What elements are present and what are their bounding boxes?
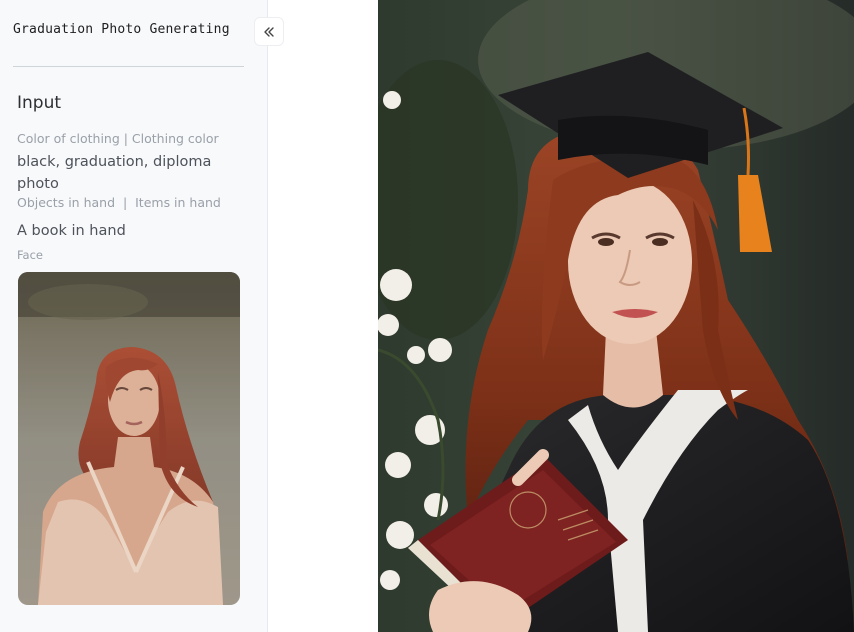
sidebar: Graduation Photo Generating Input Color … [0,0,268,632]
collapse-sidebar-button[interactable] [254,17,284,46]
clothing-color-label: Color of clothing | Clothing color [17,131,219,146]
app-title: Graduation Photo Generating [13,22,230,37]
objects-in-hand-value: A book in hand [17,223,126,239]
objects-in-hand-label: Objects in hand | Items in hand [17,195,221,210]
double-chevron-left-icon [263,26,275,38]
clothing-color-value: black, graduation, diploma photo [17,154,212,192]
generated-graduation-photo[interactable] [378,0,854,632]
app-window: Graduation Photo Generating Input Color … [0,0,854,632]
title-divider [13,66,244,67]
face-label: Face [17,248,44,262]
input-section-title: Input [17,93,62,113]
face-reference-image[interactable] [18,272,240,605]
